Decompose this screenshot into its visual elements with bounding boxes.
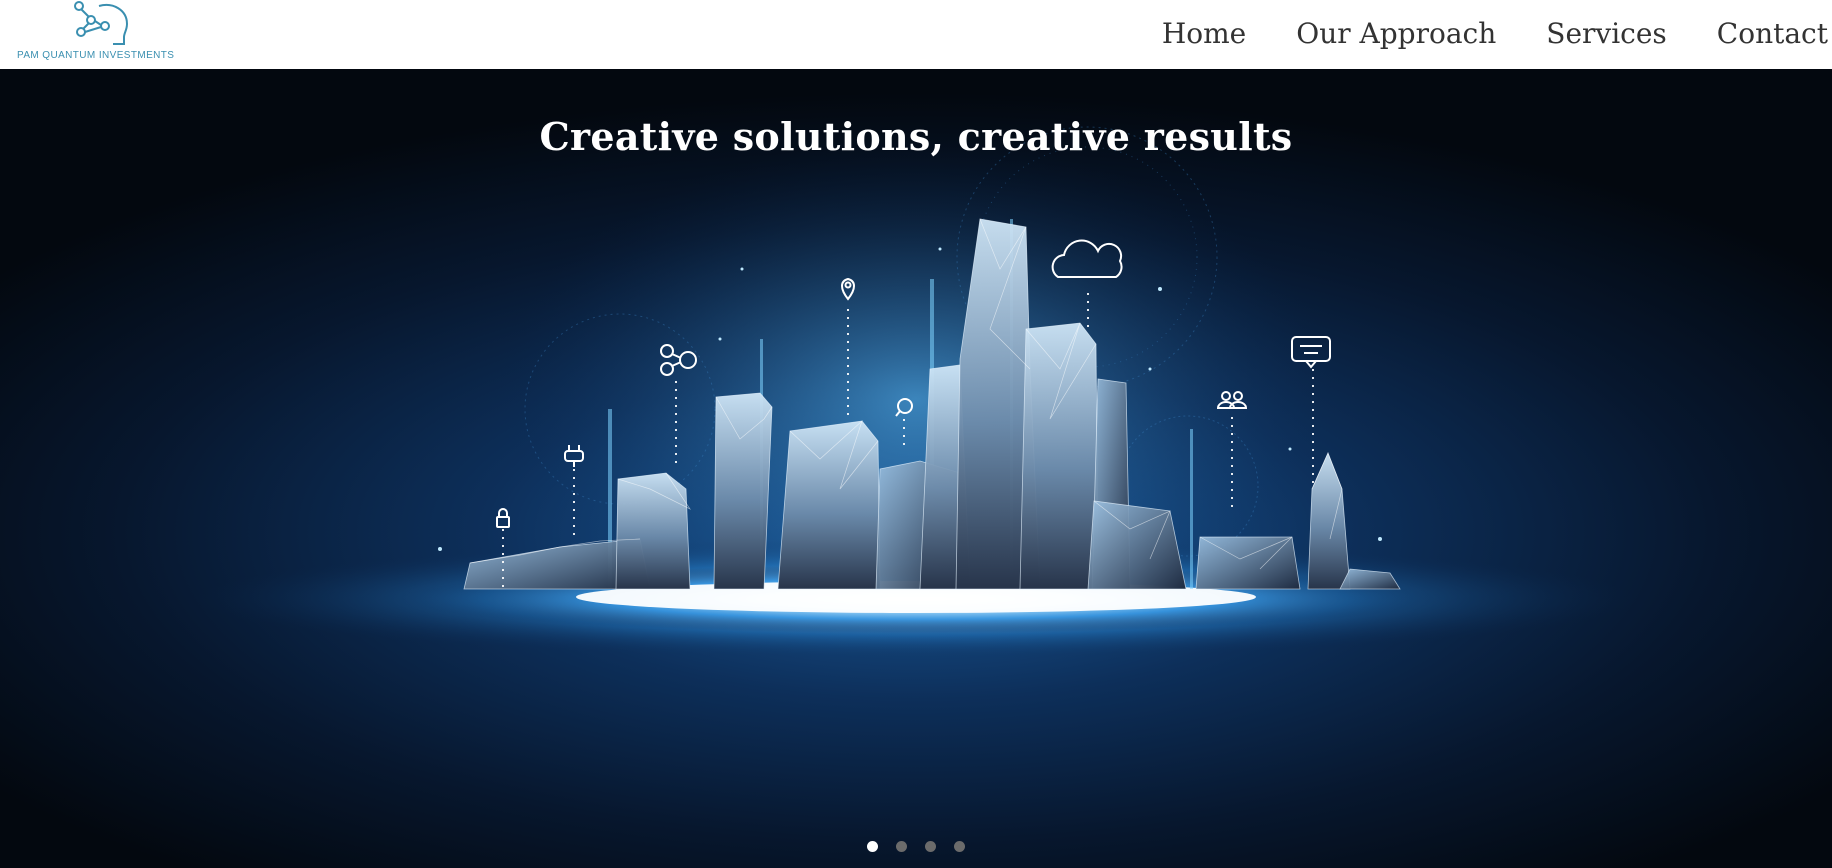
nav-services[interactable]: Services — [1521, 14, 1692, 54]
carousel-dots — [0, 841, 1832, 852]
carousel-dot-1[interactable] — [867, 841, 878, 852]
nav-contact[interactable]: Contact — [1692, 14, 1832, 54]
carousel-dot-2[interactable] — [896, 841, 907, 852]
carousel-dot-4[interactable] — [954, 841, 965, 852]
hero-title: Creative solutions, creative results — [539, 114, 1293, 160]
main-nav: Home Our Approach Services Contact — [1137, 14, 1832, 54]
hero-slider: Creative solutions, creative results — [0, 69, 1832, 868]
hero-city-illustration — [196, 126, 1636, 659]
brand-name: PAM QUANTUM INVESTMENTS — [17, 50, 175, 61]
head-network-icon — [74, 1, 129, 45]
site-header: PAM QUANTUM INVESTMENTS Home Our Approac… — [0, 0, 1832, 69]
nav-home[interactable]: Home — [1137, 14, 1271, 54]
site-logo[interactable]: PAM QUANTUM INVESTMENTS — [14, 0, 184, 66]
lock-icon — [496, 508, 510, 528]
carousel-dot-3[interactable] — [925, 841, 936, 852]
nav-our-approach[interactable]: Our Approach — [1271, 14, 1521, 54]
